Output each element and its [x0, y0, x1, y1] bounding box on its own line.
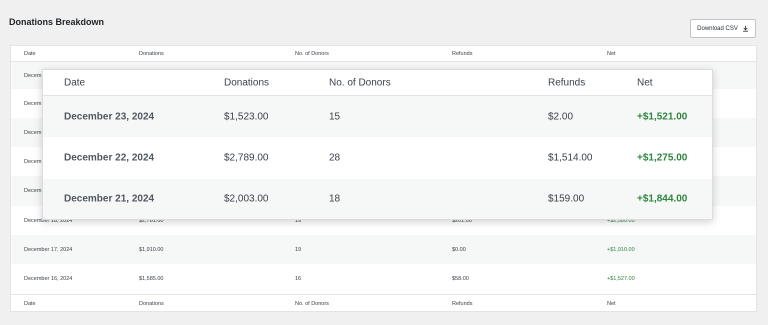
- popup-row: December 23, 2024 $1,523.00 15 $2.00 +$1…: [43, 96, 712, 137]
- popup-row-net: +$1,844.00: [637, 193, 688, 205]
- popup-row-refunds: $1,514.00: [548, 152, 593, 164]
- col-footer-donations: Donations: [139, 300, 164, 307]
- col-footer-refunds: Refunds: [452, 300, 473, 307]
- popup-row-date: December 23, 2024: [64, 111, 155, 122]
- row-donors: 16: [295, 276, 302, 282]
- col-header-date[interactable]: Date: [24, 51, 36, 57]
- popup-row: December 22, 2024 $2,789.00 28 $1,514.00…: [43, 137, 712, 179]
- popup-col-donations: Donations: [224, 77, 270, 88]
- popup-row-date: December 22, 2024: [64, 152, 155, 164]
- col-footer-net: Net: [607, 300, 616, 307]
- popup-row: December 21, 2024 $2,003.00 18 $159.00 +…: [43, 179, 712, 219]
- row-net: +$1,527.00: [607, 276, 635, 282]
- col-header-refunds[interactable]: Refunds: [452, 51, 473, 57]
- popup-row-donors: 28: [329, 152, 341, 164]
- download-csv-label: Download CSV: [697, 25, 738, 32]
- row-donations: $1,910.00: [139, 246, 164, 253]
- popup-col-net: Net: [637, 77, 653, 88]
- row-donations: $1,585.00: [139, 276, 164, 282]
- popup-row-net: +$1,521.00: [637, 111, 688, 122]
- row-net: +$1,910.00: [607, 246, 635, 253]
- download-csv-button[interactable]: Download CSV: [690, 19, 756, 38]
- col-header-donors[interactable]: No. of Donors: [295, 51, 329, 57]
- table-header-row: Date Donations No. of Donors Refunds Net: [11, 46, 756, 62]
- popup-row-donations: $1,523.00: [224, 111, 269, 122]
- page-title: Donations Breakdown: [9, 17, 105, 27]
- row-donors: 19: [295, 246, 302, 253]
- popup-col-date: Date: [64, 77, 86, 88]
- row-date: Decem: [24, 188, 42, 194]
- donations-detail-popup: Date Donations No. of Donors Refunds Net…: [42, 69, 713, 220]
- popup-row-donors: 15: [329, 111, 341, 122]
- row-date: Decem: [24, 158, 42, 165]
- row-date: December 17, 2024: [24, 246, 73, 253]
- popup-col-refunds: Refunds: [548, 77, 586, 88]
- table-row: December 17, 2024 $1,910.00 19 $0.00 +$1…: [11, 235, 756, 264]
- popup-row-refunds: $2.00: [548, 111, 574, 122]
- download-icon: [742, 25, 748, 32]
- row-date: December 16, 2024: [24, 276, 73, 282]
- row-refunds: $58.00: [452, 276, 469, 282]
- col-footer-donors: No. of Donors: [295, 300, 329, 307]
- popup-row-donations: $2,789.00: [224, 152, 269, 164]
- table-footer-row: Date Donations No. of Donors Refunds Net: [11, 294, 756, 312]
- popup-row-date: December 21, 2024: [64, 193, 155, 205]
- col-header-donations[interactable]: Donations: [139, 51, 164, 57]
- col-footer-date: Date: [24, 300, 36, 307]
- popup-header-row: Date Donations No. of Donors Refunds Net: [43, 70, 712, 96]
- popup-row-donations: $2,003.00: [224, 193, 269, 205]
- row-date: Decem: [24, 72, 42, 79]
- popup-row-net: +$1,275.00: [637, 152, 688, 164]
- row-refunds: $0.00: [452, 246, 466, 253]
- col-header-net[interactable]: Net: [607, 51, 616, 57]
- popup-row-donors: 18: [329, 193, 341, 205]
- table-row: December 16, 2024 $1,585.00 16 $58.00 +$…: [11, 264, 756, 294]
- popup-row-refunds: $159.00: [548, 193, 585, 205]
- row-date: Decem: [24, 129, 42, 136]
- row-date: Decem: [24, 100, 42, 107]
- popup-col-donors: No. of Donors: [329, 77, 391, 88]
